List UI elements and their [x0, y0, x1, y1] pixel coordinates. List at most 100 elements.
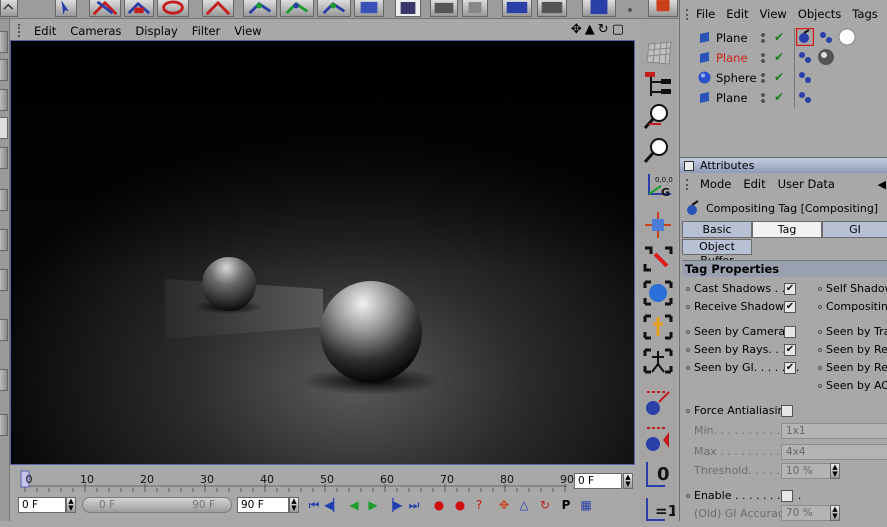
visibility-dots[interactable]: [760, 52, 770, 64]
max-samples-field[interactable]: 4x4: [781, 444, 887, 460]
light-tool-icon[interactable]: [641, 388, 675, 418]
attr-menu-user-data[interactable]: User Data: [778, 177, 835, 191]
grip-handle[interactable]: [686, 178, 692, 190]
animation-dot[interactable]: [686, 305, 690, 309]
parameter-key-icon[interactable]: P: [557, 497, 575, 514]
end-frame-stepper[interactable]: ▲ ▼: [289, 497, 299, 513]
enabled-check-icon[interactable]: ✔: [774, 50, 784, 64]
mode-button[interactable]: [0, 229, 8, 251]
visibility-dots[interactable]: [760, 32, 770, 44]
cast-shadows-checkbox[interactable]: ✔: [784, 283, 796, 295]
record-icon[interactable]: ●: [430, 497, 448, 514]
scale-key-icon[interactable]: △: [515, 497, 533, 514]
threshold-stepper[interactable]: ▲ ▼: [830, 463, 840, 479]
pan-icon[interactable]: ✥: [571, 22, 582, 37]
live-selection-icon[interactable]: [202, 0, 234, 17]
enabled-check-icon[interactable]: ✔: [774, 90, 784, 104]
object-name[interactable]: Plane: [716, 91, 748, 105]
coordinate-system-icon[interactable]: [354, 0, 384, 17]
force-antialiasing-checkbox[interactable]: [781, 405, 793, 417]
animation-dot[interactable]: [818, 384, 822, 388]
om-menu-file[interactable]: File: [696, 7, 715, 21]
animation-dot[interactable]: [686, 330, 690, 334]
visibility-dots[interactable]: [760, 72, 770, 84]
scale-points-icon[interactable]: [641, 244, 675, 274]
hypernurbs-icon[interactable]: [648, 0, 678, 17]
model-tool-icon[interactable]: [641, 210, 675, 240]
compositing-tag-icon[interactable]: [796, 28, 814, 46]
tab-basic[interactable]: Basic: [682, 221, 752, 238]
3d-viewport[interactable]: [10, 40, 635, 465]
om-menu-objects[interactable]: Objects: [798, 7, 841, 21]
animation-dot[interactable]: [818, 305, 822, 309]
enable-checkbox[interactable]: [781, 490, 793, 502]
zoom-out-icon[interactable]: [641, 136, 675, 166]
mode-button[interactable]: [0, 319, 8, 341]
om-menu-view[interactable]: View: [760, 7, 787, 21]
tab-object-buffer[interactable]: Object Buffer: [682, 239, 752, 267]
mode-button[interactable]: [0, 31, 8, 53]
material-tag-icon[interactable]: [838, 28, 856, 46]
animation-dot[interactable]: [686, 494, 690, 498]
end-frame-field[interactable]: 90 F: [237, 497, 289, 513]
seen-by-gi-checkbox[interactable]: ✔: [784, 362, 796, 374]
texture-tag-icon[interactable]: [796, 48, 814, 66]
dolly-icon[interactable]: ▲: [585, 22, 595, 37]
animation-dot[interactable]: [818, 348, 822, 352]
threshold-field[interactable]: 10 %: [781, 463, 831, 479]
scale-tool-icon[interactable]: [124, 0, 154, 17]
om-menu-tags[interactable]: Tags: [852, 7, 877, 21]
panel-toggle-box[interactable]: [684, 160, 694, 171]
texture-tag-icon[interactable]: [796, 68, 814, 86]
seen-by-camera-checkbox[interactable]: [784, 326, 796, 338]
texture-tag-icon[interactable]: [796, 88, 814, 106]
mode-button[interactable]: [0, 414, 8, 436]
previous-key-icon[interactable]: ◀▏: [324, 497, 342, 514]
render-picture-viewer-icon[interactable]: [502, 0, 532, 17]
animation-dot[interactable]: [686, 287, 690, 291]
render-view-icon[interactable]: [395, 0, 421, 17]
undo-icon[interactable]: [0, 0, 18, 17]
viewport-menu-display[interactable]: Display: [135, 24, 177, 38]
viewport-menu-cameras[interactable]: Cameras: [70, 24, 121, 38]
tab-tag[interactable]: Tag: [752, 221, 822, 238]
move-tool-icon[interactable]: [89, 0, 121, 17]
receive-shadows-checkbox[interactable]: ✔: [784, 301, 796, 313]
y-axis-lock-icon[interactable]: [280, 0, 314, 17]
min-samples-field[interactable]: 1x1: [781, 423, 887, 439]
enabled-check-icon[interactable]: ✔: [774, 70, 784, 84]
tab-gi[interactable]: GI: [822, 221, 887, 238]
figure-tool-icon[interactable]: [641, 312, 675, 342]
viewport-menu-filter[interactable]: Filter: [192, 24, 220, 38]
render-region-icon[interactable]: [462, 0, 488, 17]
object-row[interactable]: Plane ✔: [696, 48, 886, 68]
play-forward-icon[interactable]: ▶: [364, 497, 382, 514]
animation-dot[interactable]: [818, 366, 822, 370]
attr-menu-edit[interactable]: Edit: [743, 177, 765, 191]
texture-tag-icon[interactable]: [817, 28, 835, 46]
sphere-tool-icon[interactable]: [641, 278, 675, 308]
mirror-material-icon[interactable]: [817, 48, 835, 66]
pla-key-icon[interactable]: ▦: [577, 497, 595, 514]
attr-menu-mode[interactable]: Mode: [700, 177, 731, 191]
om-menu-edit[interactable]: Edit: [726, 7, 748, 21]
position-key-icon[interactable]: ✥: [495, 497, 513, 514]
maximize-view-icon[interactable]: ▢: [612, 22, 624, 37]
enabled-check-icon[interactable]: ✔: [774, 30, 784, 44]
orbit-icon[interactable]: ↻: [598, 22, 609, 37]
current-frame-field[interactable]: 0 F: [574, 473, 622, 489]
object-name[interactable]: Plane: [716, 31, 748, 45]
x-axis-lock-icon[interactable]: [243, 0, 277, 17]
coord-one-icon[interactable]: =1: [641, 494, 678, 524]
mode-button[interactable]: [0, 147, 8, 169]
mode-button[interactable]: [0, 117, 8, 139]
axis-icon[interactable]: 0,0,0 G: [641, 170, 675, 200]
visibility-dots[interactable]: [760, 92, 770, 104]
cube-primitive-icon[interactable]: [582, 0, 616, 17]
seen-by-rays-checkbox[interactable]: ✔: [784, 344, 796, 356]
mode-button[interactable]: [0, 59, 8, 81]
start-frame-stepper[interactable]: ▲ ▼: [66, 497, 76, 513]
animation-dot[interactable]: [818, 287, 822, 291]
autokey-icon[interactable]: ●: [451, 497, 469, 514]
camera-tool-icon[interactable]: [641, 424, 675, 454]
